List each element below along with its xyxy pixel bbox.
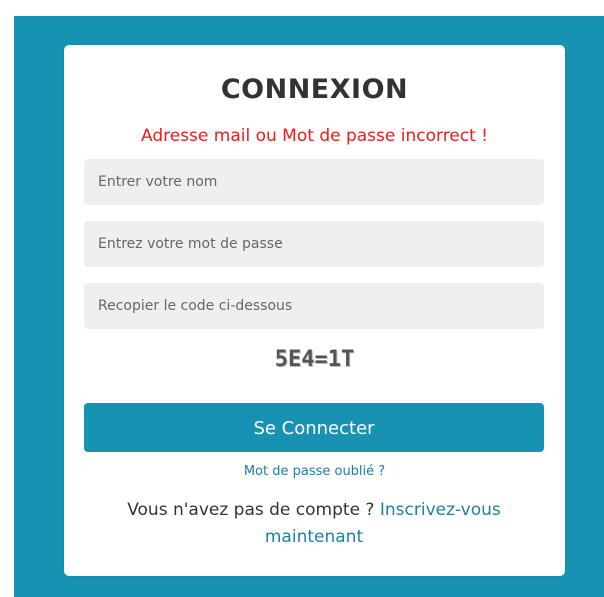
signup-prompt: Vous n'avez pas de compte ? Inscrivez-vo… [84, 497, 544, 551]
login-card: CONNEXION Adresse mail ou Mot de passe i… [64, 45, 565, 576]
page-background: CONNEXION Adresse mail ou Mot de passe i… [14, 16, 604, 597]
captcha-code: 5E4=1T [274, 347, 355, 372]
forgot-password-link[interactable]: Mot de passe oublié ? [64, 463, 565, 481]
page-title: CONNEXION [220, 74, 409, 105]
no-account-text: Vous n'avez pas de compte ? [127, 500, 380, 520]
password-input[interactable] [84, 221, 544, 267]
login-button[interactable]: Se Connecter [84, 403, 544, 452]
username-input[interactable] [84, 159, 544, 205]
captcha-input[interactable] [84, 283, 544, 329]
error-message: Adresse mail ou Mot de passe incorrect ! [141, 126, 488, 146]
